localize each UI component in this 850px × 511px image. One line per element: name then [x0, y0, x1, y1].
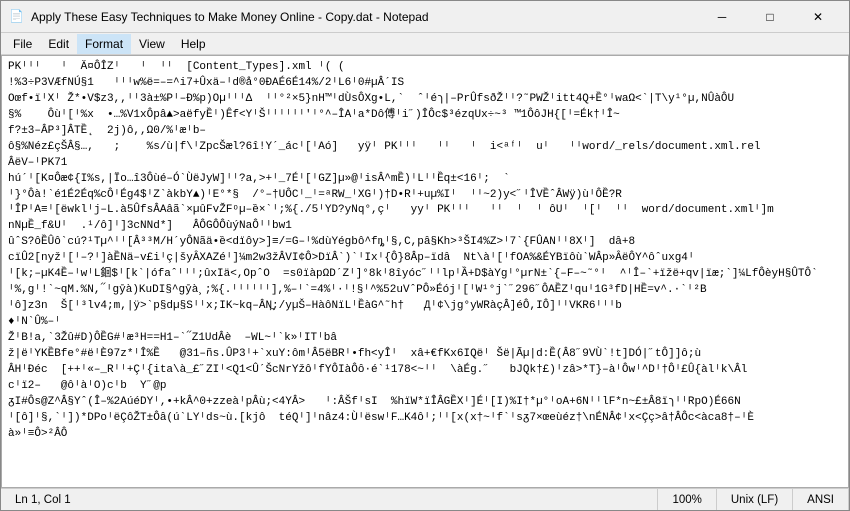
statusbar: Ln 1, Col 1 100% Unix (LF) ANSI: [1, 488, 849, 510]
line-ending: Unix (LF): [731, 494, 778, 506]
app-icon: 📄: [9, 9, 25, 25]
statusbar-lineending-section: Unix (LF): [717, 489, 793, 510]
statusbar-encoding-section: ANSI: [793, 489, 849, 510]
menubar: File Edit Format View Help: [1, 33, 849, 55]
window-controls: ─ □ ✕: [699, 3, 841, 31]
close-button[interactable]: ✕: [795, 3, 841, 31]
statusbar-zoom-section: 100%: [658, 489, 716, 510]
minimize-button[interactable]: ─: [699, 3, 745, 31]
encoding: ANSI: [807, 494, 834, 506]
cursor-position: Ln 1, Col 1: [15, 494, 71, 506]
titlebar: 📄 Apply These Easy Techniques to Make Mo…: [1, 1, 849, 33]
menu-edit[interactable]: Edit: [40, 34, 77, 54]
editor-container: PKᴵᴵᴵ ᴵ Ä¤ÔÎZᴵ ᴵ ᴵᴵ [Content_Types].xml …: [1, 55, 849, 488]
window-title: Apply These Easy Techniques to Make Mone…: [31, 10, 699, 24]
menu-format[interactable]: Format: [77, 34, 131, 54]
maximize-button[interactable]: □: [747, 3, 793, 31]
editor-content[interactable]: PKᴵᴵᴵ ᴵ Ä¤ÔÎZᴵ ᴵ ᴵᴵ [Content_Types].xml …: [2, 56, 848, 487]
notepad-window: 📄 Apply These Easy Techniques to Make Mo…: [0, 0, 850, 511]
menu-file[interactable]: File: [5, 34, 40, 54]
menu-view[interactable]: View: [131, 34, 173, 54]
zoom-level: 100%: [672, 494, 701, 506]
statusbar-position-section: Ln 1, Col 1: [1, 489, 658, 510]
menu-help[interactable]: Help: [173, 34, 214, 54]
